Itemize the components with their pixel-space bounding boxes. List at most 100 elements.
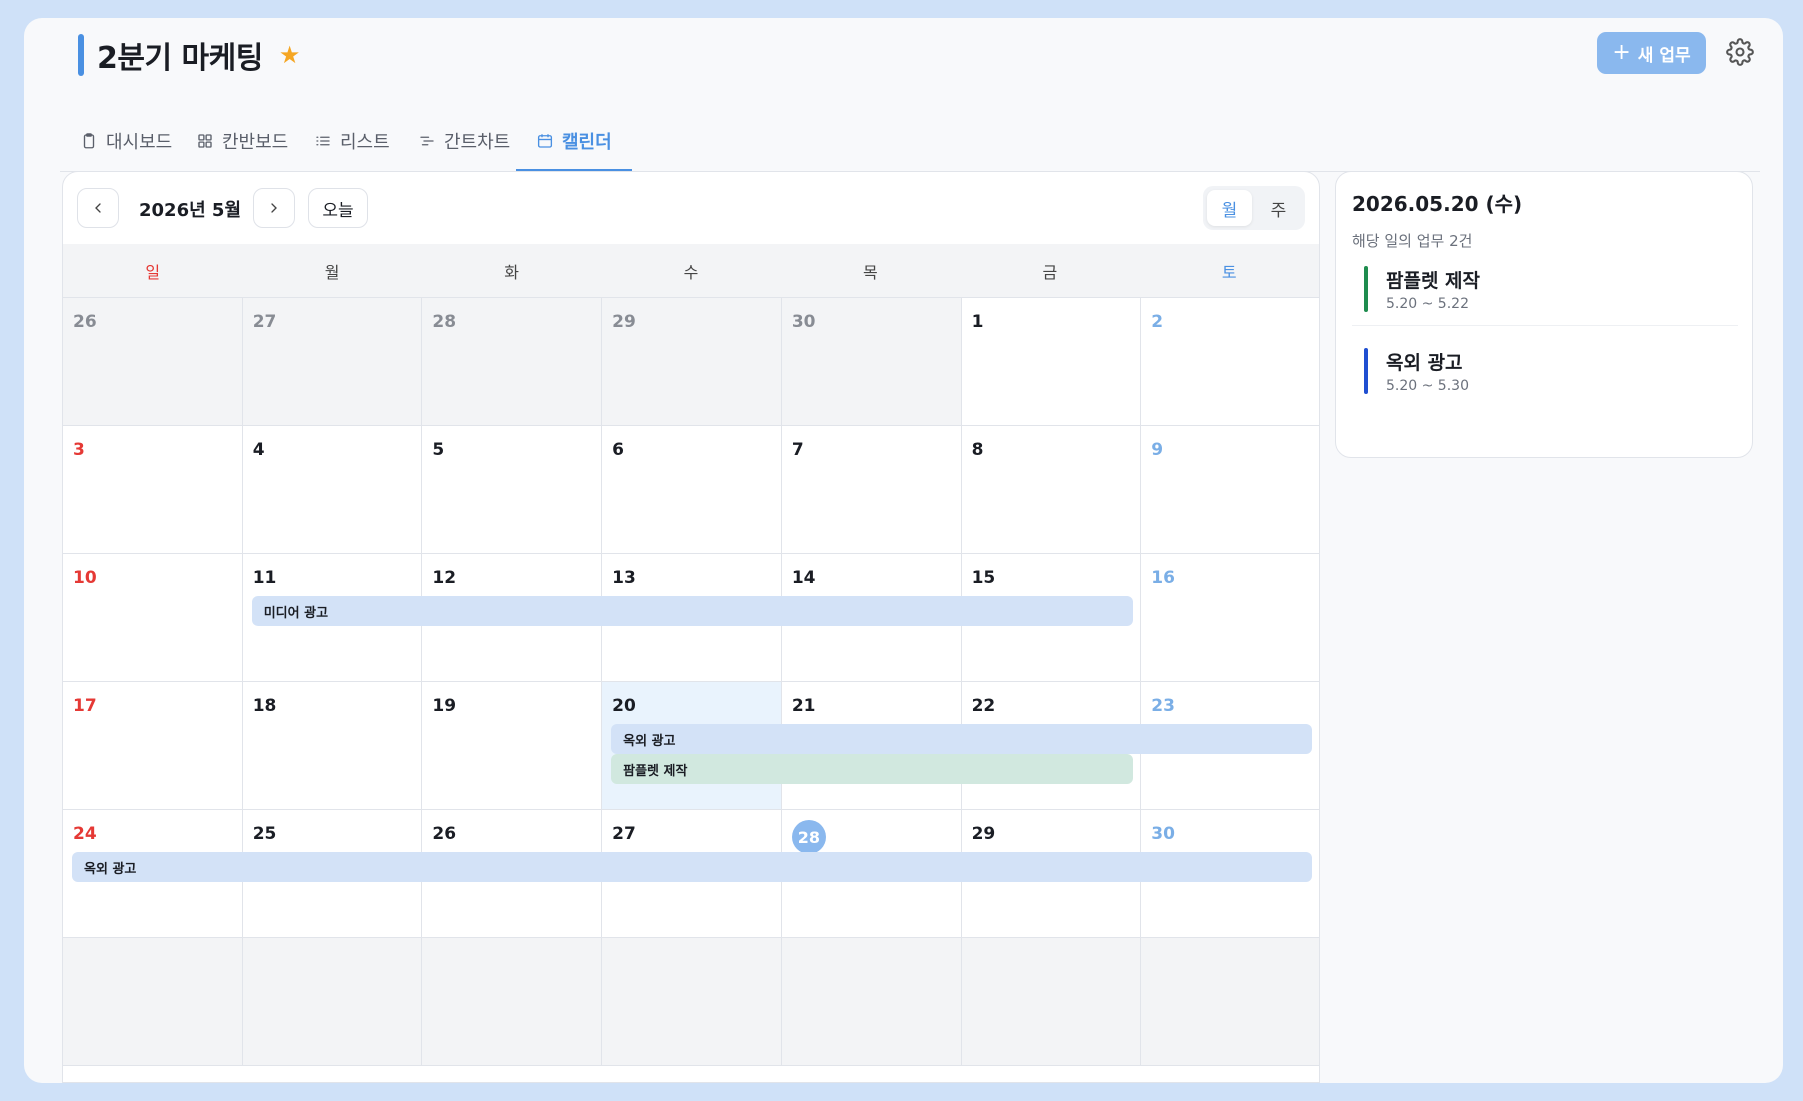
app-window: 2분기 마케팅 ★ + 새 업무 대시보드 칸반보드 리스트 간트차트 캘린더 [24, 18, 1783, 1083]
calendar-day-cell[interactable]: 26 [63, 298, 243, 426]
list-icon [316, 136, 330, 145]
day-number: 29 [612, 312, 636, 332]
task-item[interactable]: 팜플렛 제작 5.20 ~ 5.22 [1352, 254, 1738, 326]
tab-label: 캘린더 [562, 131, 612, 153]
event-bar[interactable]: 미디어 광고 [251, 596, 1134, 626]
weekday-label: 토 [1221, 262, 1237, 282]
day-number: 12 [432, 568, 457, 588]
tab-kanban[interactable]: 칸반보드 [176, 110, 308, 171]
task-name: 옥외 광고 [1386, 352, 1463, 374]
tab-label: 칸반보드 [222, 131, 289, 153]
day-number: 1 [971, 312, 984, 332]
event-bar[interactable]: 팜플렛 제작 [611, 754, 1134, 784]
tab-gantt[interactable]: 간트차트 [398, 110, 530, 171]
calendar-day-cell[interactable]: 7 [781, 426, 962, 554]
day-number: 26 [73, 312, 97, 332]
calendar-day-cell[interactable]: 2 [1141, 298, 1319, 426]
day-number: 30 [1151, 824, 1175, 844]
day-number: 18 [252, 696, 277, 716]
calendar-day-cell[interactable]: 8 [961, 426, 1142, 554]
calendar-day-cell[interactable]: 18 [242, 682, 423, 810]
star-icon[interactable]: ★ [279, 43, 301, 67]
view-month-option[interactable]: 월 [1207, 190, 1252, 226]
calendar-day-cell[interactable]: 19 [422, 682, 603, 810]
task-range: 5.20 ~ 5.22 [1386, 296, 1469, 312]
calendar-day-cell[interactable]: 28 [422, 298, 603, 426]
calendar-day-cell[interactable]: 4 [242, 426, 423, 554]
day-number: 4 [252, 440, 265, 460]
day-number: 27 [252, 312, 277, 332]
calendar-panel: 2026년 5월 오늘 월 주 일 월 화 수 목 금 토 26 27 28 29 30… [62, 171, 1320, 1083]
day-number: 30 [791, 312, 816, 332]
today-button[interactable]: 오늘 [308, 188, 368, 228]
calendar-day-cell[interactable]: 9 [1141, 426, 1319, 554]
calendar-day-cell[interactable]: 29 [602, 298, 782, 426]
day-number: 14 [791, 568, 816, 588]
calendar-day-cell[interactable]: 30 [781, 298, 962, 426]
tab-label: 간트차트 [444, 131, 511, 153]
title-accent-bar [78, 34, 84, 76]
day-detail-panel: 2026.05.20 (수) 해당 일의 업무 2건 팜플렛 제작 5.20 ~… [1335, 171, 1753, 458]
view-week-option[interactable]: 주 [1256, 190, 1301, 226]
weekday-label: 일 [145, 262, 161, 282]
day-number: 9 [1151, 440, 1164, 460]
clipboard-icon [83, 132, 95, 148]
next-month-button[interactable] [253, 188, 295, 228]
calendar-day-cell [242, 938, 423, 1066]
prev-month-button[interactable] [77, 188, 119, 228]
day-number: 26 [432, 824, 457, 844]
day-number: 23 [1151, 696, 1175, 716]
day-number: 5 [432, 440, 445, 460]
day-number: 11 [252, 568, 277, 588]
page-header: 2분기 마케팅 ★ [78, 32, 300, 78]
calendar-day-cell[interactable]: 10 [63, 554, 243, 682]
weekday-header: 일 월 화 수 목 금 토 [63, 244, 1319, 298]
calendar-day-cell[interactable]: 1 [961, 298, 1142, 426]
task-range: 5.20 ~ 5.30 [1386, 378, 1469, 394]
calendar-day-cell[interactable]: 5 [422, 426, 603, 554]
gear-icon[interactable] [1726, 38, 1754, 66]
calendar-day-cell [422, 938, 603, 1066]
calendar-day-cell[interactable]: 16 [1141, 554, 1319, 682]
calendar-day-cell[interactable]: 6 [602, 426, 782, 554]
calendar-day-cell [781, 938, 962, 1066]
day-number: 2 [1151, 312, 1164, 332]
calendar-day-cell[interactable]: 3 [63, 426, 243, 554]
selected-date: 2026.05.20 (수) [1352, 192, 1523, 216]
calendar-day-cell[interactable]: 27 [242, 298, 423, 426]
day-number: 8 [971, 440, 984, 460]
day-number: 19 [432, 696, 457, 716]
day-number: 20 [612, 696, 636, 716]
day-number: 10 [73, 568, 97, 588]
day-number: 21 [791, 696, 816, 716]
view-toggle: 월 주 [1203, 186, 1305, 230]
weekday-label: 수 [683, 262, 699, 282]
day-number: 29 [971, 824, 996, 844]
task-count: 해당 일의 업무 2건 [1352, 232, 1473, 250]
tab-dashboard[interactable]: 대시보드 [60, 110, 192, 171]
event-bar[interactable]: 옥외 광고 [72, 852, 1312, 882]
new-task-button[interactable]: + 새 업무 [1597, 32, 1706, 74]
calendar-day-cell [602, 938, 782, 1066]
weekday-label: 화 [504, 262, 519, 282]
task-color-bar [1364, 266, 1368, 312]
day-number: 6 [612, 440, 624, 460]
day-number: 27 [612, 824, 636, 844]
day-number: 17 [73, 696, 97, 716]
task-item[interactable]: 옥외 광고 5.20 ~ 5.30 [1352, 336, 1738, 408]
day-number: 28 [791, 820, 826, 854]
day-number: 25 [252, 824, 277, 844]
chevron-right-icon [271, 203, 277, 213]
day-number: 3 [73, 440, 85, 460]
day-number: 7 [791, 440, 804, 460]
calendar-day-cell[interactable]: 17 [63, 682, 243, 810]
task-name: 팜플렛 제작 [1386, 270, 1481, 292]
calendar-day-cell [961, 938, 1142, 1066]
tab-label: 리스트 [340, 131, 390, 153]
event-bar[interactable]: 옥외 광고 [611, 724, 1312, 754]
view-tabs: 대시보드 칸반보드 리스트 간트차트 캘린더 [60, 110, 1760, 172]
day-number: 22 [971, 696, 996, 716]
tab-list[interactable]: 리스트 [294, 110, 410, 171]
calendar-day-cell [1141, 938, 1319, 1066]
tab-calendar[interactable]: 캘린더 [516, 110, 632, 172]
